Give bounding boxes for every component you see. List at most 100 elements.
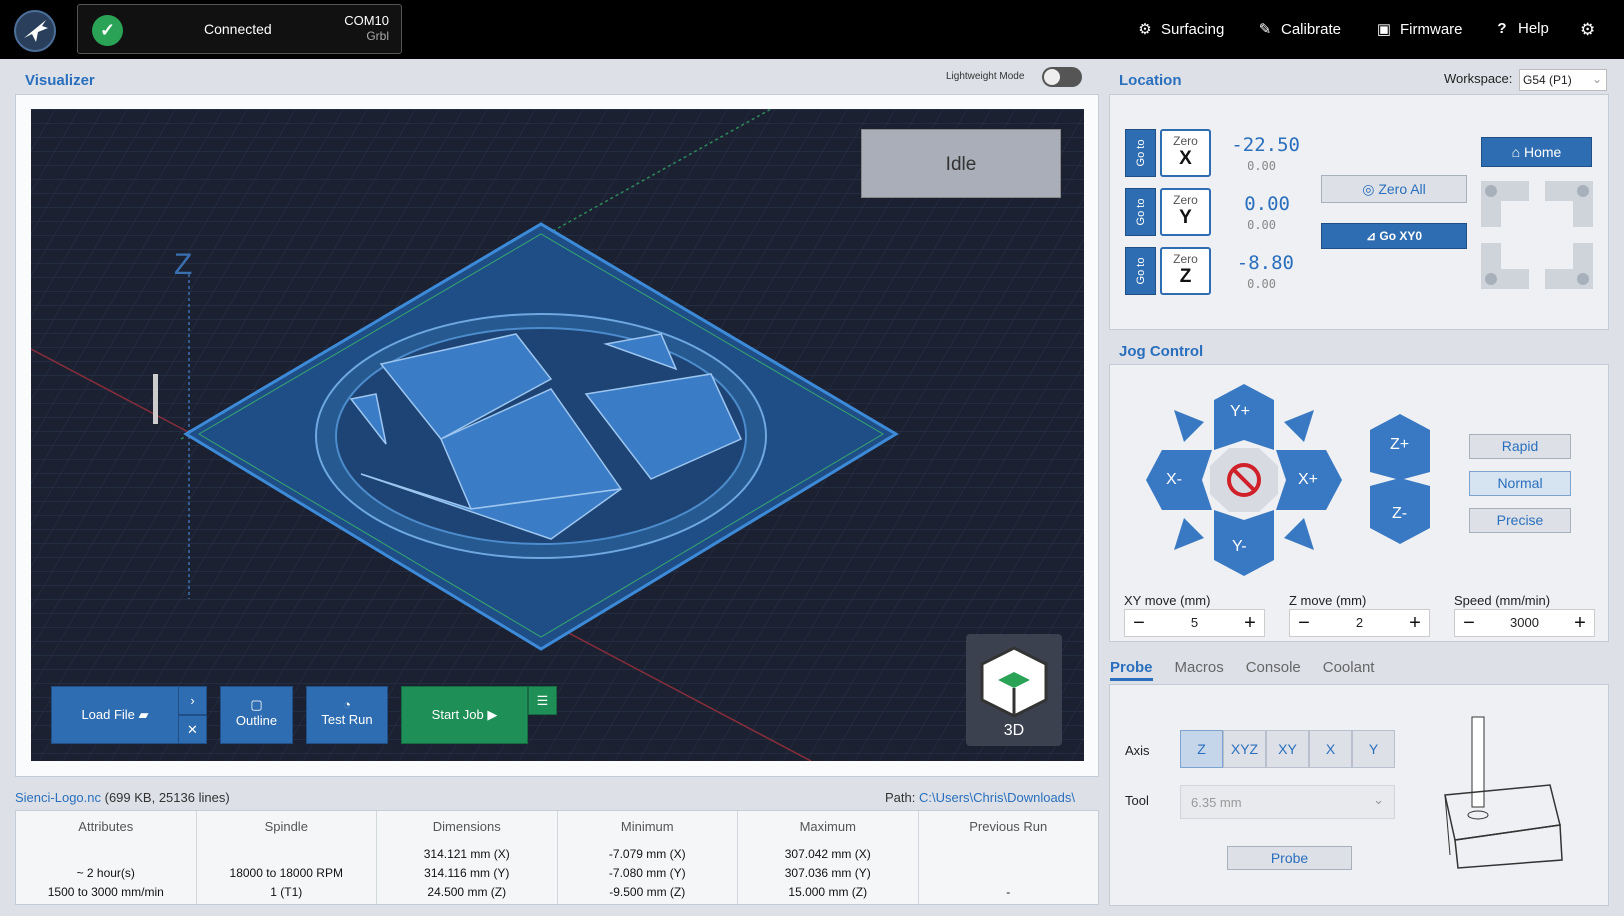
- chevron-down-icon: ⌄: [1591, 72, 1602, 86]
- probe-tool-select[interactable]: 6.35 mm ⌄: [1180, 785, 1395, 819]
- maximum-column: Maximum 307.042 mm (X) 307.036 mm (Y) 15.00…: [738, 811, 919, 904]
- attr-duration: ~ 2 hour(s): [76, 866, 135, 880]
- jog-normal-button[interactable]: Normal: [1469, 471, 1571, 496]
- nav-label: Calibrate: [1281, 21, 1342, 38]
- lightweight-mode-toggle[interactable]: [1042, 67, 1082, 87]
- test-run-button[interactable]: ◔ Test Run: [306, 686, 388, 744]
- goto-label: Go to: [1134, 139, 1147, 167]
- max-y: 307.036 mm (Y): [784, 866, 871, 880]
- jog-xminus-button[interactable]: X-: [1166, 471, 1182, 489]
- column-header: Attributes: [78, 819, 134, 834]
- probe-axis-y[interactable]: Y: [1352, 730, 1395, 768]
- nav-surfacing[interactable]: ⚙ Surfacing: [1137, 20, 1224, 38]
- probe-diagram: [1444, 716, 1563, 869]
- x-machine-position: 0.00: [1247, 159, 1276, 173]
- chip-icon: ▣: [1376, 21, 1392, 38]
- stop-jog-icon[interactable]: [1213, 463, 1273, 523]
- tab-console[interactable]: Console: [1246, 659, 1301, 681]
- plus-icon[interactable]: +: [1566, 610, 1594, 636]
- z-work-position[interactable]: -8.80: [1204, 252, 1294, 274]
- y-work-position[interactable]: 0.00: [1200, 193, 1290, 215]
- load-file-label: Load File: [81, 707, 135, 722]
- test-run-label: Test Run: [321, 712, 373, 727]
- z-move-label: Z move (mm): [1289, 593, 1367, 608]
- plus-icon[interactable]: +: [1236, 610, 1264, 636]
- minus-icon[interactable]: −: [1455, 610, 1483, 636]
- nav-help[interactable]: ? Help: [1494, 20, 1548, 37]
- dim-x: 314.121 mm (X): [423, 847, 510, 861]
- nav-label: Firmware: [1400, 21, 1463, 38]
- file-name-link[interactable]: Sienci-Logo.nc: [15, 790, 101, 805]
- goto-label: Go to: [1134, 257, 1147, 285]
- view-mode-label: 3D: [1003, 722, 1025, 739]
- folder-icon: ▰: [138, 707, 149, 722]
- probe-axis-z[interactable]: Z: [1180, 730, 1223, 768]
- minus-icon[interactable]: −: [1290, 610, 1318, 636]
- job-options-button[interactable]: ☰: [528, 686, 557, 715]
- tab-probe[interactable]: Probe: [1110, 659, 1153, 681]
- jog-precise-button[interactable]: Precise: [1469, 508, 1571, 533]
- zero-label: Zero: [1173, 252, 1198, 266]
- plus-icon[interactable]: +: [1401, 610, 1429, 636]
- tab-macros[interactable]: Macros: [1175, 659, 1224, 681]
- probe-button[interactable]: Probe: [1227, 846, 1352, 870]
- outline-icon: ▢: [250, 697, 263, 712]
- tab-coolant[interactable]: Coolant: [1323, 659, 1375, 681]
- lightweight-mode-label: Lightweight Mode: [946, 71, 1025, 82]
- min-z: -9.500 mm (Z): [609, 885, 686, 899]
- load-recent-button[interactable]: ›: [178, 686, 207, 715]
- port-label: COM10: [344, 13, 389, 28]
- jog-xplus-button[interactable]: X+: [1298, 471, 1318, 489]
- column-header: Spindle: [264, 819, 308, 834]
- visualizer-canvas[interactable]: Z: [31, 109, 1084, 761]
- home-button[interactable]: ⌂ Home: [1481, 137, 1592, 167]
- minus-icon[interactable]: −: [1125, 610, 1153, 636]
- zero-all-button[interactable]: ◎ Zero All: [1321, 175, 1467, 203]
- xy-move-input[interactable]: 5: [1153, 610, 1236, 636]
- outline-button[interactable]: ▢ Outline: [220, 686, 293, 744]
- nav-calibrate[interactable]: ✎ Calibrate: [1257, 20, 1341, 38]
- file-path: Path: C:\Users\Chris\Downloads\: [885, 790, 1099, 805]
- tool-tabs: Probe Macros Console Coolant: [1110, 659, 1396, 681]
- path-value[interactable]: C:\Users\Chris\Downloads\: [919, 790, 1075, 805]
- goto-z-button[interactable]: Go to: [1125, 247, 1156, 295]
- workspace-select[interactable]: G54 (P1) ⌄: [1519, 69, 1607, 91]
- goto-x-button[interactable]: Go to: [1125, 129, 1156, 177]
- home-label: Home: [1524, 144, 1562, 160]
- z-axis-label: Z: [174, 248, 192, 281]
- jog-zminus-button[interactable]: Z-: [1392, 505, 1407, 523]
- z-move-input[interactable]: 2: [1318, 610, 1401, 636]
- unload-file-button[interactable]: ✕: [178, 715, 207, 744]
- jog-yminus-button[interactable]: Y-: [1232, 538, 1247, 556]
- jog-zplus-button[interactable]: Z+: [1390, 436, 1409, 454]
- xy-move-stepper[interactable]: −5 +: [1124, 609, 1265, 637]
- go-xy0-button[interactable]: ⊿ Go XY0: [1321, 223, 1467, 249]
- settings-gear-icon[interactable]: ⚙: [1580, 20, 1595, 40]
- z-move-stepper[interactable]: −2 +: [1289, 609, 1430, 637]
- max-x: 307.042 mm (X): [784, 847, 871, 861]
- jog-rapid-button[interactable]: Rapid: [1469, 434, 1571, 459]
- x-work-position[interactable]: -22.50: [1210, 134, 1300, 156]
- start-job-label: Start Job: [431, 707, 484, 722]
- home-icon: ⌂: [1511, 144, 1521, 160]
- outline-label: Outline: [235, 713, 278, 728]
- connection-widget[interactable]: ✓ Connected COM10 Grbl: [77, 4, 402, 54]
- column-header: Maximum: [799, 819, 856, 834]
- file-attributes-table: Attributes ~ 2 hour(s) 1500 to 3000 mm/min…: [15, 810, 1099, 905]
- firmware-type: Grbl: [366, 29, 389, 43]
- nav-firmware[interactable]: ▣ Firmware: [1376, 20, 1463, 38]
- previous-run-value: -: [1006, 885, 1011, 899]
- load-file-button[interactable]: Load File ▰: [51, 686, 179, 744]
- probe-axis-x[interactable]: X: [1309, 730, 1352, 768]
- goto-y-button[interactable]: Go to: [1125, 188, 1156, 236]
- corner-quick-move[interactable]: [1481, 181, 1593, 289]
- xy-move-label: XY move (mm): [1124, 593, 1211, 608]
- view-cube[interactable]: 3D: [966, 634, 1062, 746]
- speed-stepper[interactable]: −3000 +: [1454, 609, 1595, 637]
- probe-axis-xy[interactable]: XY: [1266, 730, 1309, 768]
- probe-axis-xyz[interactable]: XYZ: [1223, 730, 1266, 768]
- jog-yplus-button[interactable]: Y+: [1230, 403, 1250, 421]
- connection-status: Connected: [204, 21, 272, 37]
- start-job-button[interactable]: Start Job ▶: [401, 686, 528, 744]
- speed-input[interactable]: 3000: [1483, 610, 1566, 636]
